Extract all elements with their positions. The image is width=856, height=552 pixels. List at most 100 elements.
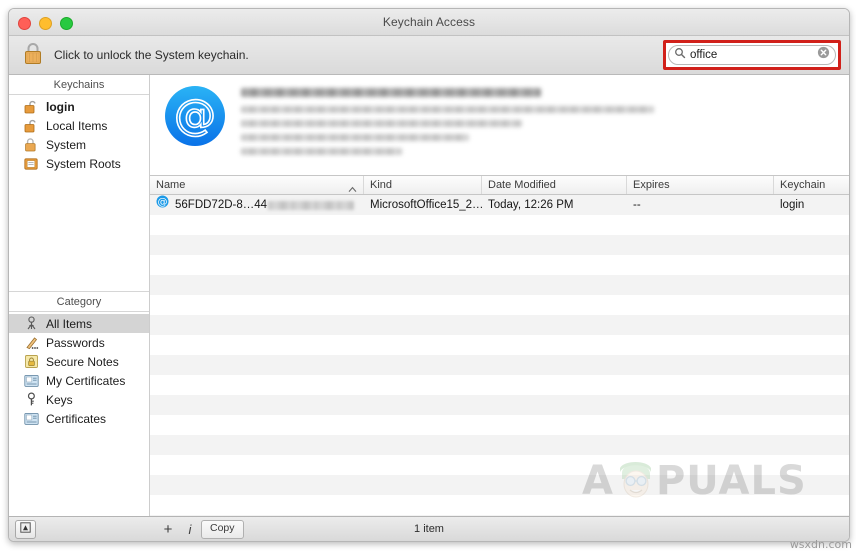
cell-name-redaction: [268, 200, 355, 210]
table-header-row: Name Kind Date Modified Expires Keychain: [150, 176, 849, 195]
column-header-keychain[interactable]: Keychain: [774, 176, 849, 194]
cell-name: @ 56FDD72D-8…44: [150, 195, 364, 215]
sidebar-item-local-items[interactable]: Local Items: [9, 116, 149, 135]
sidebar-item-label: login: [46, 99, 75, 114]
sidebar-item-label: System: [46, 137, 87, 152]
sidebar-item-my-certificates[interactable]: My Certificates: [9, 371, 149, 390]
table-row[interactable]: @ 56FDD72D-8…44 MicrosoftOffice15_2… Tod…: [150, 195, 849, 215]
cell-keychain: login: [780, 199, 805, 211]
close-button[interactable]: [18, 17, 31, 30]
keychains-header: Keychains: [9, 75, 149, 95]
table-row-empty: [150, 435, 849, 455]
table-row-empty: [150, 375, 849, 395]
sidebar-item-secure-notes[interactable]: Secure Notes: [9, 352, 149, 371]
detail-line-where: [241, 134, 469, 141]
table-row-empty: [150, 235, 849, 255]
table-row-empty: [150, 295, 849, 315]
sidebar-item-certificates[interactable]: Certificates: [9, 409, 149, 428]
table-row-empty: [150, 355, 849, 375]
window-titlebar: Keychain Access: [9, 9, 849, 36]
sidebar-item-label: All Items: [46, 316, 93, 331]
locked-keychain-icon: [23, 137, 39, 153]
search-highlight-box: office: [663, 40, 841, 70]
search-icon: [674, 46, 686, 64]
copy-button[interactable]: Copy: [201, 519, 244, 539]
maximize-button[interactable]: [60, 17, 73, 30]
column-header-label: Keychain: [780, 179, 826, 191]
search-field[interactable]: office: [668, 45, 836, 65]
sidebar-item-keys[interactable]: Keys: [9, 390, 149, 409]
items-table: Name Kind Date Modified Expires Keychain…: [150, 176, 849, 516]
cell-name-text: 56FDD72D-8…44: [175, 199, 268, 211]
at-sign-icon: @: [163, 84, 227, 175]
system-roots-icon: [23, 156, 39, 172]
show-info-icon: [20, 520, 31, 538]
window-body: Keychains login Local Items System Syste…: [9, 75, 849, 516]
certificates-icon: [23, 411, 39, 427]
table-row-empty: [150, 255, 849, 275]
table-row-empty: [150, 455, 849, 475]
table-row-empty: [150, 275, 849, 295]
main-panel: @ Name Kind Date Modified Expires Keycha…: [150, 75, 849, 516]
table-row-empty: [150, 335, 849, 355]
clear-icon[interactable]: [817, 46, 830, 64]
table-row-empty: [150, 495, 849, 515]
sidebar-item-label: Secure Notes: [46, 354, 119, 369]
padlock-closed-icon[interactable]: [23, 41, 43, 70]
bottom-toolbar: + i Copy 1 item: [9, 516, 849, 541]
detail-line-kind: [241, 106, 654, 113]
category-header: Category: [9, 291, 149, 312]
window-title: Keychain Access: [382, 15, 476, 29]
minimize-button[interactable]: [39, 17, 52, 30]
column-header-label: Name: [156, 179, 186, 191]
show-info-button[interactable]: [15, 519, 36, 539]
traffic-light-group: [18, 17, 73, 30]
keychain-access-window: Keychain Access Click to unlock the Syst…: [8, 8, 850, 542]
column-header-kind[interactable]: Kind: [364, 176, 482, 194]
detail-line-account: [241, 120, 522, 127]
table-body: @ 56FDD72D-8…44 MicrosoftOffice15_2… Tod…: [150, 195, 849, 516]
all-items-icon: [23, 316, 39, 332]
add-item-button[interactable]: +: [157, 520, 179, 538]
detail-line-modified: [241, 148, 402, 155]
sidebar-item-label: Local Items: [46, 118, 108, 133]
sidebar-item-system-roots[interactable]: System Roots: [9, 154, 149, 173]
search-input-value[interactable]: office: [690, 46, 817, 64]
item-info-button[interactable]: i: [179, 520, 201, 538]
column-header-name[interactable]: Name: [150, 176, 364, 194]
unlocked-keychain-icon: [23, 118, 39, 134]
my-certificates-icon: [23, 373, 39, 389]
unlocked-keychain-icon: [23, 99, 39, 115]
column-header-date-modified[interactable]: Date Modified: [482, 176, 627, 194]
column-header-expires[interactable]: Expires: [627, 176, 774, 194]
sidebar-item-label: Passwords: [46, 335, 105, 350]
cell-kind: MicrosoftOffice15_2…: [370, 199, 482, 211]
table-row-empty: [150, 475, 849, 495]
main-toolbar: Click to unlock the System keychain. off…: [9, 36, 849, 75]
sidebar: Keychains login Local Items System Syste…: [9, 75, 150, 516]
sidebar-item-label: System Roots: [46, 156, 121, 171]
passwords-icon: [23, 335, 39, 351]
column-header-label: Kind: [370, 179, 393, 191]
table-row-empty: [150, 415, 849, 435]
at-sign-icon: @: [156, 195, 169, 215]
svg-text:@: @: [174, 90, 216, 139]
unlock-message[interactable]: Click to unlock the System keychain.: [54, 48, 249, 62]
sidebar-item-system[interactable]: System: [9, 135, 149, 154]
table-row-empty: [150, 395, 849, 415]
svg-text:@: @: [158, 197, 168, 208]
column-header-label: Expires: [633, 179, 670, 191]
detail-line-title: [241, 88, 541, 97]
cell-date-modified: Today, 12:26 PM: [488, 199, 574, 211]
category-list: All Items Passwords Secure Notes My Cert…: [9, 312, 149, 428]
sidebar-item-login[interactable]: login: [9, 97, 149, 116]
sidebar-item-all-items[interactable]: All Items: [9, 314, 149, 333]
sidebar-item-passwords[interactable]: Passwords: [9, 333, 149, 352]
item-detail-pane: @: [150, 75, 849, 176]
sidebar-item-label: Certificates: [46, 411, 107, 426]
wsxdn-watermark: wsxdn.com: [789, 538, 852, 551]
sidebar-item-label: My Certificates: [46, 373, 126, 388]
item-count-status: 1 item: [414, 523, 444, 535]
sidebar-bottom-filler: [9, 428, 149, 516]
